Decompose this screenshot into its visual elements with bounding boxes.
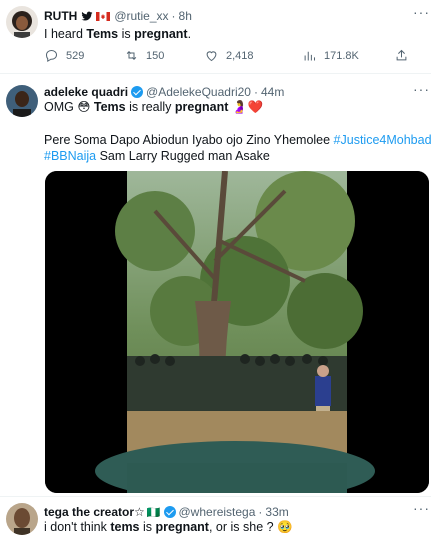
video-frame [45, 171, 429, 493]
like-button[interactable]: 2,418 [204, 48, 302, 63]
tweet-text: i don't think tems is pregnant, or is sh… [44, 520, 293, 534]
tweet-text-line2: Pere Soma Dapo Abiodun Iyabo ojo Zino Yh… [44, 133, 431, 147]
share-icon [396, 49, 407, 61]
video-player[interactable] [45, 171, 429, 493]
tweet-text-line3: #BBNaija Sam Larry Rugged man Asake [44, 149, 270, 163]
tweet-text-line1: OMG 😳 Tems is really pregnant 🤰❤️ [44, 100, 264, 114]
separator-dot: · [171, 9, 176, 23]
tweet-time[interactable]: 33m [265, 505, 288, 519]
hashtag-bbnaija[interactable]: #BBNaija [44, 149, 96, 163]
like-icon [206, 51, 217, 62]
retweet-count: 150 [146, 49, 165, 62]
reply-button[interactable]: 529 [44, 48, 124, 63]
canada-flag-icon [96, 11, 111, 21]
avatar-ruth[interactable] [6, 6, 38, 38]
author-name[interactable]: RUTH [44, 9, 77, 23]
reply-count: 529 [66, 49, 85, 62]
like-count: 2,418 [226, 49, 254, 62]
more-icon[interactable]: ··· [413, 81, 430, 97]
hashtag-justice4mohbad[interactable]: #Justice4Mohbad [334, 133, 431, 147]
views-button[interactable]: 171.8K [302, 48, 359, 63]
retweet-button[interactable]: 150 [124, 48, 204, 63]
more-icon[interactable]: ··· [413, 4, 430, 20]
nigeria-flag-icon: 🇳🇬 [146, 506, 161, 519]
retweet-icon [126, 51, 137, 60]
separator-dot: · [253, 85, 258, 99]
author-name[interactable]: adeleke quadri [44, 85, 128, 99]
tweet-ruth[interactable]: RUTH @rutie_xx · 8h ··· I heard Tems is … [0, 0, 431, 74]
avatar-tega[interactable] [6, 503, 38, 535]
share-button[interactable] [394, 48, 409, 66]
views-count: 171.8K [324, 49, 359, 62]
more-icon[interactable]: ··· [413, 500, 430, 516]
author-handle[interactable]: @whereistega [179, 505, 256, 519]
tweet-tega[interactable]: tega the creator☆ 🇳🇬 @whereistega · 33m … [0, 496, 431, 541]
author-handle[interactable]: @rutie_xx [114, 9, 168, 23]
verified-icon [163, 506, 176, 518]
author-handle[interactable]: @AdelekeQuadri20 [146, 85, 251, 99]
views-icon [304, 51, 315, 61]
avatar-adeleke[interactable] [6, 85, 38, 117]
reply-icon [45, 49, 58, 63]
verified-icon [131, 86, 144, 98]
tweet-time[interactable]: 8h [179, 9, 192, 23]
tweet-time[interactable]: 44m [261, 85, 284, 99]
separator-dot: · [258, 505, 263, 519]
twitter-bird-icon [81, 11, 93, 21]
author-name[interactable]: tega the creator☆ [44, 505, 145, 519]
tweet-text: I heard Tems is pregnant. [44, 27, 192, 41]
